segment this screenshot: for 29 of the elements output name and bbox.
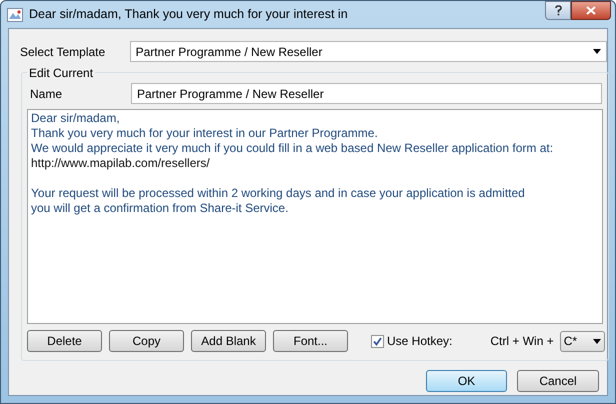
name-field[interactable]: Partner Programme / New Reseller (131, 83, 602, 104)
field-label: Name (29, 86, 64, 102)
url-text: http://www.mapilab.com/resellers/ (31, 156, 211, 171)
hotkey-checkbox[interactable] (371, 334, 384, 348)
app-icon (7, 8, 23, 22)
message-line: you will get a confirmation from Share-it Service. (31, 201, 290, 216)
action-button[interactable]: Add Blank (191, 330, 266, 352)
help-icon (554, 5, 562, 16)
dropdown-arrow-icon (593, 49, 601, 54)
dropdown-arrow-icon (592, 338, 601, 344)
close-icon (586, 6, 596, 15)
checkbox-label: Use Hotkey: (387, 333, 452, 350)
dialog-button[interactable]: Cancel (517, 370, 599, 392)
message-line: Your request will be processed within 2 working days and in case your application is admitted (31, 186, 526, 201)
help-button[interactable] (545, 1, 571, 20)
message-line: We would appreciate it very much if you could fill in a web based New Reseller application form at: (31, 141, 554, 156)
dialog-button[interactable]: OK (426, 370, 507, 392)
field-label: Select Template (19, 44, 106, 60)
hotkey-prefix: Ctrl + Win + (490, 333, 554, 350)
action-button[interactable]: Delete (27, 330, 102, 352)
action-button[interactable]: Font... (273, 330, 348, 352)
message-line: Dear sir/madam, (31, 111, 121, 126)
close-button[interactable] (571, 1, 611, 20)
template-dropdown[interactable]: Partner Programme / New Reseller (130, 41, 607, 62)
message-editor[interactable] (27, 109, 603, 324)
window-title: Dear sir/madam, Thank you very much for your interest in (29, 6, 348, 24)
hotkey-dropdown[interactable]: C* (560, 330, 605, 352)
action-button[interactable]: Copy (109, 330, 184, 352)
message-line: Thank you very much for your interest in our Partner Programme. (31, 126, 379, 141)
